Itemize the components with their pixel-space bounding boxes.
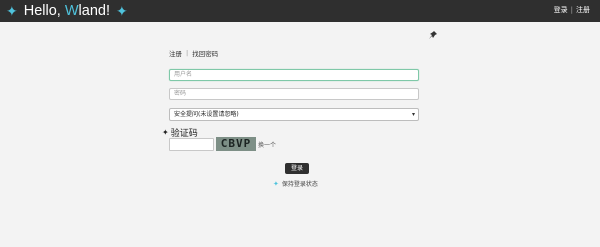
sparkle-icon: ✦ [115,2,128,19]
logo-text: Hello, Wland! [23,3,110,19]
star-icon: ✦ [273,179,279,188]
tab-forgot-password[interactable]: 找回密码 [192,48,218,58]
sparkle-icon: ✦ [6,2,18,19]
captcha-refresh-link[interactable]: 换一个 [258,140,276,149]
captcha-image[interactable]: CBVP [216,137,256,151]
top-bar: ✦ Hello, Wland! ✦ 登录 | 注册 [0,0,600,22]
security-question-select[interactable]: 安全提问(未设置请忽略) ▾ [169,108,419,121]
link-separator: | [570,6,573,14]
login-button[interactable]: 登录 [285,163,309,174]
tab-register[interactable]: 注册 [169,48,182,58]
pin-icon [429,31,437,39]
login-link[interactable]: 登录 [554,5,568,15]
remember-me-toggle[interactable]: ✦ 保持登录状态 [273,179,318,189]
star-icon: ✦ [162,128,169,137]
form-tabs: 注册 | 找回密码 [169,48,218,58]
site-logo[interactable]: ✦ Hello, Wland! ✦ [6,1,128,21]
tab-separator: | [186,49,189,57]
header-links: 登录 | 注册 [554,5,590,15]
password-input[interactable]: 密码 [169,88,419,100]
chevron-down-icon: ▾ [411,111,415,118]
register-link[interactable]: 注册 [576,5,590,15]
username-input[interactable]: 用户名 [169,69,419,81]
captcha-input[interactable] [169,138,214,151]
